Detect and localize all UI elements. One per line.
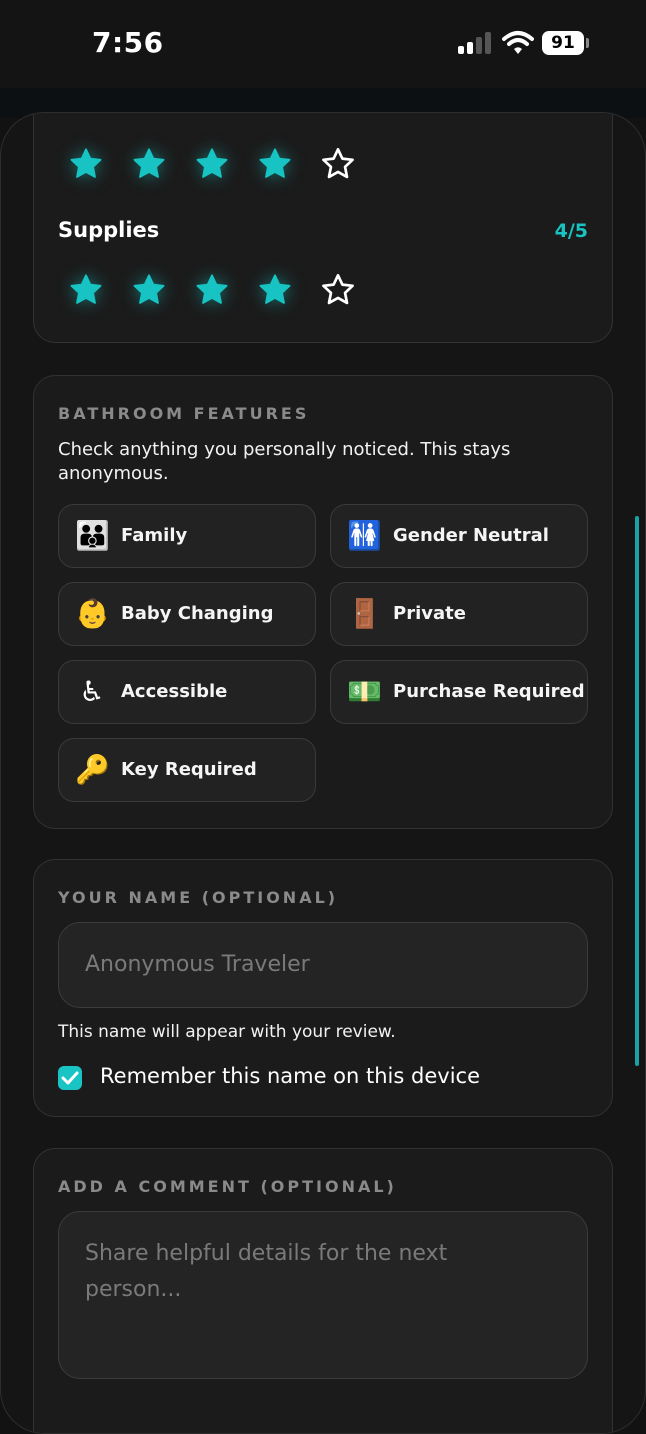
family-icon: 👪 [75,519,110,552]
feature-label: Family [121,525,188,546]
checkmark-icon [61,1071,79,1085]
key-icon: 🔑 [75,753,110,786]
review-sheet[interactable]: Supplies 4/5 BATHROOM FEATURES Check any… [0,112,646,1434]
name-input[interactable]: Anonymous Traveler [58,922,588,1008]
feature-label: Private [393,603,466,624]
features-title: BATHROOM FEATURES [58,404,310,423]
star-filled-icon[interactable] [68,146,104,182]
feature-label: Gender Neutral [393,525,549,546]
star-filled-icon[interactable] [257,146,293,182]
star-filled-icon[interactable] [194,146,230,182]
feature-label: Key Required [121,759,257,780]
baby-icon: 👶 [75,597,110,630]
bathroom-features-card: BATHROOM FEATURES Check anything you per… [33,375,613,829]
scrollbar[interactable] [635,516,639,1066]
your-name-card: YOUR NAME (OPTIONAL) Anonymous Traveler … [33,859,613,1117]
battery-icon: 91 [542,31,584,55]
cellular-signal-icon [458,32,494,54]
star-empty-icon[interactable] [320,146,356,182]
money-icon: 💵 [347,675,382,708]
feature-chip-gender-neutral[interactable]: 🚻 Gender Neutral [330,504,588,568]
comment-card: ADD A COMMENT (OPTIONAL) Share helpful d… [33,1148,613,1433]
feature-chip-family[interactable]: 👪 Family [58,504,316,568]
status-bar: 7:56 91 [0,0,646,88]
features-hint: Check anything you personally noticed. T… [58,439,511,484]
star-empty-icon[interactable] [320,272,356,308]
star-filled-icon[interactable] [257,272,293,308]
name-section-title: YOUR NAME (OPTIONAL) [58,888,339,907]
remember-name-label[interactable]: Remember this name on this device [100,1064,480,1088]
star-filled-icon[interactable] [131,146,167,182]
star-filled-icon[interactable] [131,272,167,308]
name-note: This name will appear with your review. [58,1022,396,1042]
status-time: 7:56 [92,26,164,59]
feature-chip-private[interactable]: 🚪 Private [330,582,588,646]
ratings-card: Supplies 4/5 [33,113,613,343]
comment-textarea[interactable]: Share helpful details for the next perso… [58,1211,588,1379]
wifi-icon [502,30,534,56]
remember-name-checkbox[interactable] [58,1066,82,1090]
comment-section-title: ADD A COMMENT (OPTIONAL) [58,1177,397,1196]
feature-label: Purchase Required [393,681,585,702]
door-icon: 🚪 [347,597,382,630]
feature-chip-accessible[interactable]: ♿ Accessible [58,660,316,724]
feature-label: Baby Changing [121,603,274,624]
feature-chip-baby-changing[interactable]: 👶 Baby Changing [58,582,316,646]
rating-score-supplies: 4/5 [554,220,588,242]
feature-chip-purchase-required[interactable]: 💵 Purchase Required [330,660,588,724]
star-filled-icon[interactable] [194,272,230,308]
star-filled-icon[interactable] [68,272,104,308]
battery-level: 91 [551,33,575,53]
battery-cap [586,38,589,48]
restroom-icon: 🚻 [347,519,382,552]
wheelchair-icon: ♿ [79,675,105,708]
feature-label: Accessible [121,681,228,702]
feature-chip-key-required[interactable]: 🔑 Key Required [58,738,316,802]
rating-label-supplies: Supplies [58,218,160,242]
